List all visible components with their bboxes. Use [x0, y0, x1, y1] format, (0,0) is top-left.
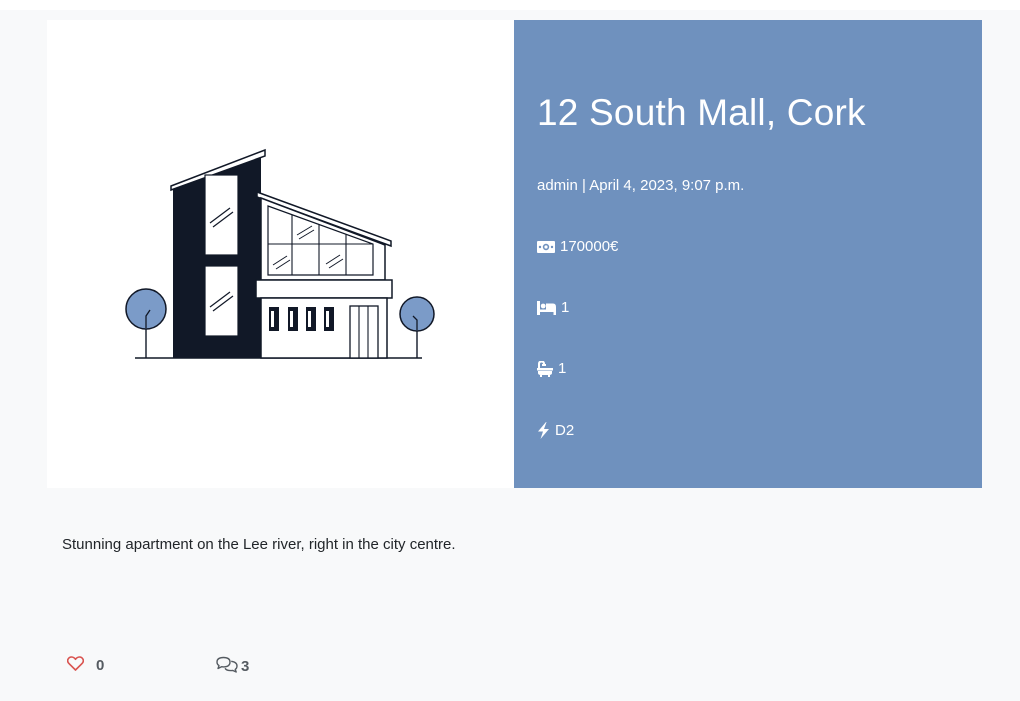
- bedrooms-row: 1: [537, 299, 569, 316]
- bed-icon: [537, 300, 556, 315]
- bolt-icon: [537, 422, 550, 439]
- bathrooms-value: 1: [558, 360, 567, 377]
- like-button[interactable]: 0: [66, 656, 105, 675]
- bedrooms-value: 1: [561, 299, 570, 316]
- bathrooms-row: 1: [537, 360, 566, 377]
- listing-card: 12 South Mall, Cork admin | April 4, 202…: [47, 20, 982, 488]
- listing-image: [47, 20, 514, 488]
- energy-row: D2: [537, 422, 574, 439]
- heart-icon[interactable]: [66, 656, 85, 675]
- money-bill-icon: [537, 240, 555, 253]
- listing-description: Stunning apartment on the Lee river, rig…: [62, 536, 456, 553]
- comments-icon[interactable]: [216, 656, 238, 677]
- bath-icon: [537, 360, 553, 377]
- price-value: 170000€: [560, 238, 619, 255]
- energy-rating-value: D2: [555, 422, 575, 439]
- house-illustration: [125, 148, 435, 359]
- listing-meta: admin | April 4, 2023, 9:07 p.m.: [537, 177, 745, 194]
- listing-title: 12 South Mall, Cork: [537, 92, 866, 133]
- listing-details-panel: 12 South Mall, Cork admin | April 4, 202…: [514, 20, 982, 488]
- price-row: 170000€: [537, 238, 618, 255]
- likes-count: 0: [96, 657, 105, 674]
- comments-button[interactable]: 3: [216, 656, 249, 677]
- comments-count: 3: [241, 658, 250, 675]
